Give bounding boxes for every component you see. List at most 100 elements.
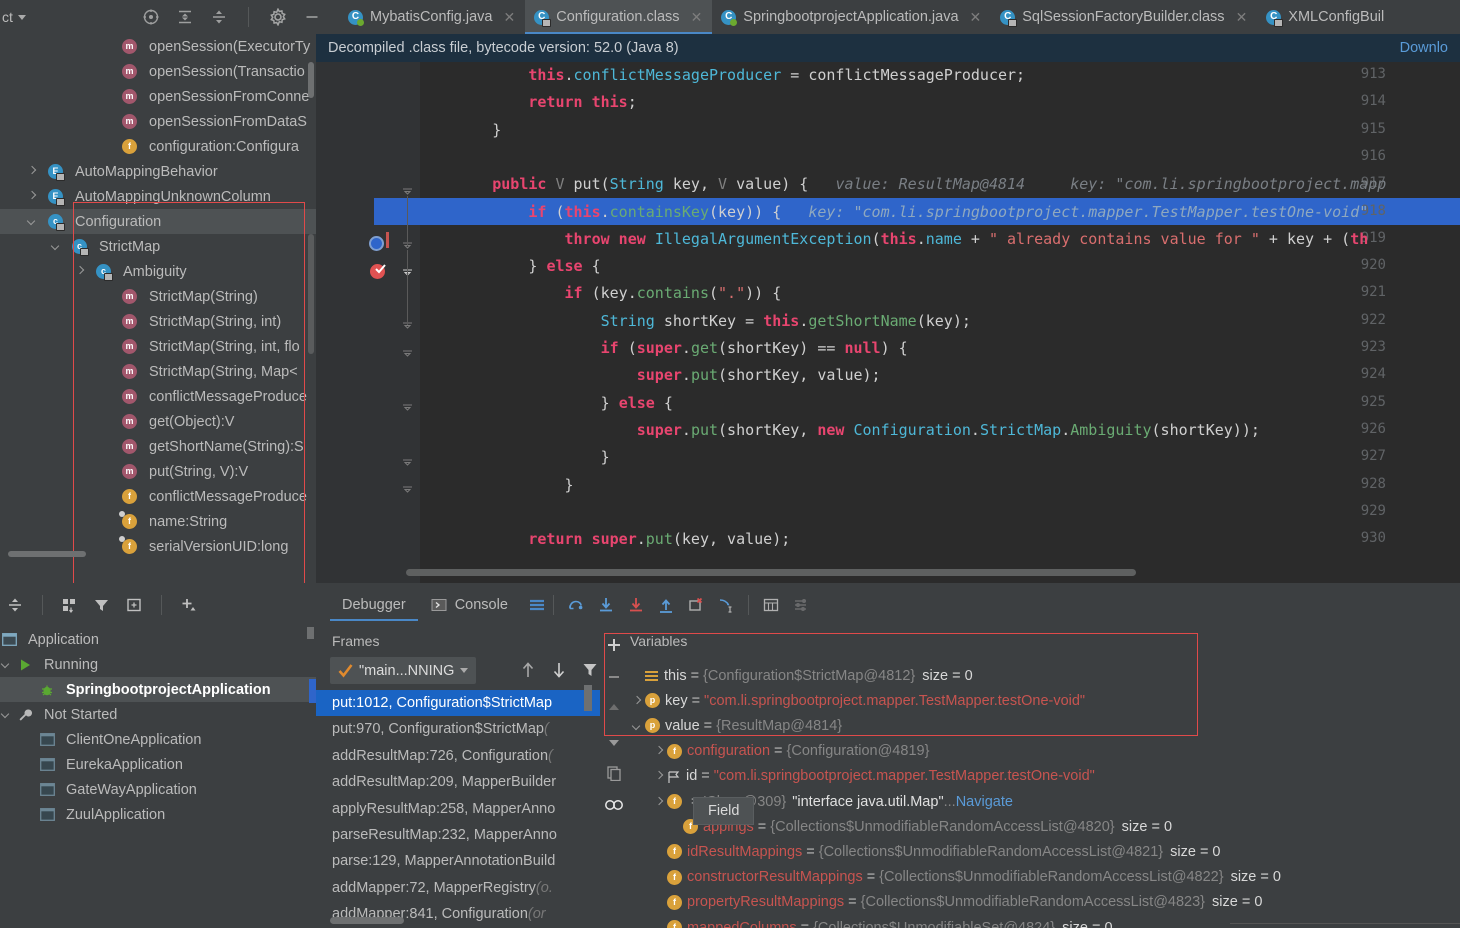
down-icon[interactable] bbox=[606, 733, 622, 749]
services-vscrollbar[interactable] bbox=[307, 627, 314, 639]
close-icon[interactable]: ✕ bbox=[1236, 9, 1248, 26]
tab-xmlconfigbuilder[interactable]: XMLConfigBuil bbox=[1257, 0, 1394, 34]
structure-item-automappingunknowncolumn[interactable]: E AutoMappingUnknownColumn bbox=[0, 184, 316, 209]
code-line[interactable]: public V put(String key, V value) { valu… bbox=[420, 171, 1386, 198]
service-item-not-started[interactable]: Not Started bbox=[0, 702, 316, 727]
variable-row[interactable]: f configuration = {Configuration@4819} bbox=[652, 739, 929, 764]
fold-marker-icon[interactable] bbox=[402, 484, 413, 495]
locate-icon[interactable] bbox=[142, 8, 160, 26]
breakpoint-disabled-icon[interactable] bbox=[369, 236, 384, 251]
structure-item-name-string[interactable]: f name:String bbox=[0, 509, 316, 534]
chevron-right-icon[interactable] bbox=[652, 795, 666, 809]
service-item-application[interactable]: Application bbox=[0, 627, 316, 652]
variable-row[interactable]: f mappedColumns = {Collections$Unmodifiable… bbox=[652, 915, 1113, 928]
step-over-icon[interactable] bbox=[567, 596, 585, 614]
evaluate-icon[interactable] bbox=[762, 596, 780, 614]
structure-item-strictmap-string-int[interactable]: m StrictMap(String, int) bbox=[0, 309, 316, 334]
minimize-icon[interactable] bbox=[303, 8, 321, 26]
chevron-right-icon[interactable] bbox=[652, 769, 666, 783]
chevron-down-icon[interactable] bbox=[0, 658, 13, 671]
chevron-right-icon[interactable] bbox=[630, 694, 644, 708]
project-selector[interactable]: ct bbox=[0, 9, 48, 25]
arrow-up-icon[interactable] bbox=[519, 660, 537, 680]
code-line[interactable]: } bbox=[420, 444, 610, 471]
code-line[interactable]: super.put(shortKey, new Configuration.St… bbox=[420, 417, 1260, 444]
new-tab-icon[interactable] bbox=[125, 596, 143, 614]
tab-console[interactable]: Console bbox=[418, 583, 520, 627]
frame-row[interactable]: addMapper:72, MapperRegistry (o. bbox=[316, 875, 600, 901]
structure-item-opensessionfromdatas[interactable]: m openSessionFromDataS bbox=[0, 109, 316, 134]
run-to-cursor-icon[interactable] bbox=[717, 596, 735, 614]
close-icon[interactable]: ✕ bbox=[691, 9, 703, 26]
expand-all-icon[interactable] bbox=[176, 8, 194, 26]
chevron-down-icon[interactable] bbox=[460, 668, 469, 673]
fold-marker-icon[interactable] bbox=[402, 348, 413, 359]
remove-icon[interactable] bbox=[606, 669, 622, 685]
step-out-icon[interactable] bbox=[657, 596, 675, 614]
group-icon[interactable] bbox=[61, 596, 79, 614]
code-line[interactable]: if (this.containsKey(key)) { key: "com.l… bbox=[420, 199, 1368, 226]
thread-selector[interactable]: "main...NNING bbox=[330, 657, 477, 684]
chevron-down-icon[interactable] bbox=[630, 719, 644, 733]
service-item-gatewayapplication[interactable]: GateWayApplication bbox=[0, 777, 316, 802]
variable-row[interactable]: id = "com.li.springbootproject.mapper.Test… bbox=[652, 764, 1095, 789]
settings-icon[interactable] bbox=[792, 596, 810, 614]
structure-hscrollbar[interactable] bbox=[8, 551, 86, 557]
field-watchpoint-icon[interactable] bbox=[386, 232, 389, 248]
step-into-icon[interactable] bbox=[597, 596, 615, 614]
chevron-right-icon[interactable] bbox=[26, 165, 39, 178]
structure-item-strictmap-string-int-flo[interactable]: m StrictMap(String, int, flo bbox=[0, 334, 316, 359]
structure-item-configuration[interactable]: c Configuration bbox=[0, 209, 316, 234]
frames-row-scroll-thumb[interactable] bbox=[584, 685, 592, 711]
frame-row[interactable]: parseResultMap:232, MapperAnno bbox=[316, 822, 600, 848]
collapse-all-icon[interactable] bbox=[210, 8, 228, 26]
copy-icon[interactable] bbox=[606, 765, 622, 781]
structure-item-strictmap[interactable]: c StrictMap bbox=[0, 234, 316, 259]
service-item-clientoneapplication[interactable]: ClientOneApplication bbox=[0, 727, 316, 752]
variable-row[interactable]: f idResultMappings = {Collections$Unmodifia… bbox=[652, 839, 1221, 864]
tab-debugger[interactable]: Debugger bbox=[330, 583, 418, 627]
structure-vscrollbar[interactable] bbox=[308, 62, 314, 98]
layout-icon[interactable] bbox=[528, 596, 546, 614]
chevron-down-icon[interactable] bbox=[17, 14, 26, 20]
filter-icon[interactable] bbox=[581, 660, 599, 680]
structure-item-getshortname-string-s[interactable]: m getShortName(String):S bbox=[0, 434, 316, 459]
variable-row[interactable]: this = {Configuration$StrictMap@4812} size … bbox=[630, 663, 973, 688]
frame-row[interactable]: addResultMap:726, Configuration ( bbox=[316, 743, 600, 769]
code-line[interactable]: } bbox=[420, 472, 574, 499]
add-icon[interactable] bbox=[180, 596, 198, 614]
close-icon[interactable]: ✕ bbox=[504, 9, 516, 26]
variable-row[interactable]: p value = {ResultMap@4814} bbox=[630, 713, 842, 738]
tab-mybatisconfig[interactable]: MybatisConfig.java ✕ bbox=[339, 0, 525, 34]
frame-row[interactable]: put:1012, Configuration$StrictMap bbox=[316, 690, 600, 716]
structure-item-opensession-transactio[interactable]: m openSession(Transactio bbox=[0, 59, 316, 84]
chevron-down-icon[interactable] bbox=[26, 215, 39, 228]
structure-item-opensessionfromconne[interactable]: m openSessionFromConne bbox=[0, 84, 316, 109]
code-line[interactable]: if (super.get(shortKey) == null) { bbox=[420, 335, 908, 362]
structure-item-strictmap-string-map[interactable]: m StrictMap(String, Map< bbox=[0, 359, 316, 384]
structure-item-ambiguity[interactable]: c Ambiguity bbox=[0, 259, 316, 284]
code-line[interactable]: return this; bbox=[420, 89, 636, 116]
code-line[interactable]: this.conflictMessageProducer = conflictM… bbox=[420, 62, 1025, 89]
frames-hscrollbar[interactable] bbox=[330, 917, 404, 924]
code-line[interactable]: String shortKey = this.getShortName(key)… bbox=[420, 308, 971, 335]
frame-row[interactable]: parse:129, MapperAnnotationBuild bbox=[316, 848, 600, 874]
code-line[interactable]: if (key.contains(".")) { bbox=[420, 280, 782, 307]
structure-item-strictmap-string[interactable]: m StrictMap(String) bbox=[0, 284, 316, 309]
code-line[interactable]: return super.put(key, value); bbox=[420, 526, 790, 553]
up-icon[interactable] bbox=[606, 701, 622, 717]
tab-configuration-class[interactable]: Configuration.class ✕ bbox=[525, 0, 713, 34]
add-icon[interactable] bbox=[606, 637, 622, 653]
chevron-down-icon[interactable] bbox=[0, 708, 13, 721]
service-item-eurekaapplication[interactable]: EurekaApplication bbox=[0, 752, 316, 777]
variable-row[interactable]: p key = "com.li.springbootproject.mapper.Te… bbox=[630, 688, 1085, 713]
drop-frame-icon[interactable] bbox=[687, 596, 705, 614]
code-line[interactable]: throw new IllegalArgumentException(this.… bbox=[420, 226, 1369, 253]
fold-marker-icon[interactable] bbox=[402, 402, 413, 413]
code-line[interactable]: } bbox=[420, 117, 501, 144]
code-editor[interactable]: 913 this.conflictMessageProducer = confl… bbox=[316, 62, 1460, 583]
variable-row[interactable]: f propertyResultMappings = {Collections$Unm… bbox=[652, 890, 1262, 915]
chevron-right-icon[interactable] bbox=[74, 265, 87, 278]
frame-row[interactable]: addResultMap:209, MapperBuilder bbox=[316, 769, 600, 795]
frame-row[interactable]: put:970, Configuration$StrictMap ( bbox=[316, 716, 600, 742]
